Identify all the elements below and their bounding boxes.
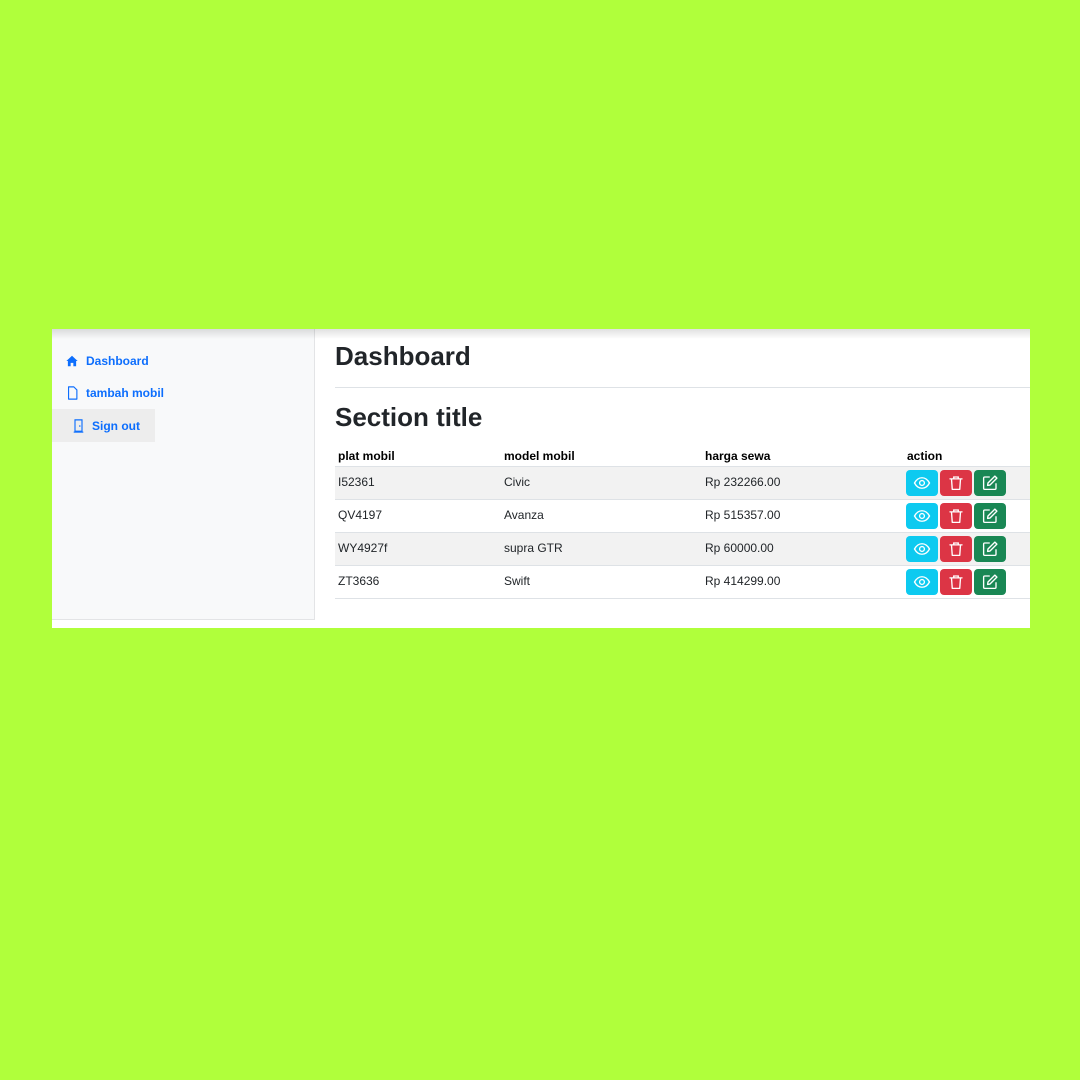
table-row: WY4927f supra GTR Rp 60000.00 bbox=[335, 532, 1030, 566]
file-icon bbox=[66, 386, 78, 400]
cell-plat: QV4197 bbox=[335, 499, 501, 533]
cell-harga: Rp 414299.00 bbox=[702, 565, 904, 599]
eye-icon bbox=[913, 543, 931, 555]
cell-harga: Rp 60000.00 bbox=[702, 532, 904, 566]
edit-icon bbox=[982, 574, 998, 590]
cell-plat: WY4927f bbox=[335, 532, 501, 566]
cell-plat: ZT3636 bbox=[335, 565, 501, 599]
edit-icon bbox=[982, 508, 998, 524]
table-row: QV4197 Avanza Rp 515357.00 bbox=[335, 499, 1030, 533]
trash-icon bbox=[949, 476, 963, 491]
table-header-row: plat mobil model mobil harga sewa action bbox=[335, 445, 1030, 467]
title-divider bbox=[335, 387, 1030, 388]
cell-plat: I52361 bbox=[335, 466, 501, 500]
cell-actions bbox=[904, 499, 1030, 533]
edit-button[interactable] bbox=[974, 569, 1006, 595]
app-window: Dashboard tambah mobil Sign out Dashboar… bbox=[52, 329, 1030, 628]
sidebar-nav: Dashboard tambah mobil Sign out bbox=[52, 345, 314, 442]
cell-harga: Rp 232266.00 bbox=[702, 466, 904, 500]
sidebar-item-tambah-mobil[interactable]: tambah mobil bbox=[52, 377, 314, 409]
edit-button[interactable] bbox=[974, 536, 1006, 562]
sidebar-item-label: tambah mobil bbox=[86, 386, 165, 400]
home-icon bbox=[66, 354, 78, 368]
main-content: Dashboard Section title plat mobil model… bbox=[335, 329, 1030, 628]
trash-icon bbox=[949, 542, 963, 557]
delete-button[interactable] bbox=[940, 470, 972, 496]
trash-icon bbox=[949, 575, 963, 590]
edit-icon bbox=[982, 541, 998, 557]
view-button[interactable] bbox=[906, 536, 938, 562]
cell-actions bbox=[904, 565, 1030, 599]
view-button[interactable] bbox=[906, 470, 938, 496]
sidebar-item-label: Dashboard bbox=[86, 354, 149, 368]
column-header-plat: plat mobil bbox=[335, 445, 501, 467]
eye-icon bbox=[913, 477, 931, 489]
cell-harga: Rp 515357.00 bbox=[702, 499, 904, 533]
table-row: ZT3636 Swift Rp 414299.00 bbox=[335, 565, 1030, 599]
sidebar-item-label: Sign out bbox=[92, 418, 140, 433]
door-icon bbox=[72, 418, 84, 433]
sidebar: Dashboard tambah mobil Sign out bbox=[52, 329, 315, 620]
page-title: Dashboard bbox=[335, 341, 471, 371]
delete-button[interactable] bbox=[940, 503, 972, 529]
sidebar-item-dashboard[interactable]: Dashboard bbox=[52, 345, 314, 377]
view-button[interactable] bbox=[906, 569, 938, 595]
cell-actions bbox=[904, 532, 1030, 566]
car-table: plat mobil model mobil harga sewa action… bbox=[335, 445, 1030, 599]
edit-icon bbox=[982, 475, 998, 491]
eye-icon bbox=[913, 510, 931, 522]
eye-icon bbox=[913, 576, 931, 588]
delete-button[interactable] bbox=[940, 536, 972, 562]
edit-button[interactable] bbox=[974, 470, 1006, 496]
trash-icon bbox=[949, 509, 963, 524]
column-header-action: action bbox=[904, 445, 1030, 467]
delete-button[interactable] bbox=[940, 569, 972, 595]
cell-model: supra GTR bbox=[501, 532, 702, 566]
section-title: Section title bbox=[335, 402, 483, 432]
cell-model: Avanza bbox=[501, 499, 702, 533]
column-header-model: model mobil bbox=[501, 445, 702, 467]
table-row: I52361 Civic Rp 232266.00 bbox=[335, 466, 1030, 500]
edit-button[interactable] bbox=[974, 503, 1006, 529]
cell-model: Civic bbox=[501, 466, 702, 500]
sidebar-item-sign-out[interactable]: Sign out bbox=[52, 409, 155, 442]
column-header-harga: harga sewa bbox=[702, 445, 904, 467]
view-button[interactable] bbox=[906, 503, 938, 529]
cell-model: Swift bbox=[501, 565, 702, 599]
cell-actions bbox=[904, 466, 1030, 500]
